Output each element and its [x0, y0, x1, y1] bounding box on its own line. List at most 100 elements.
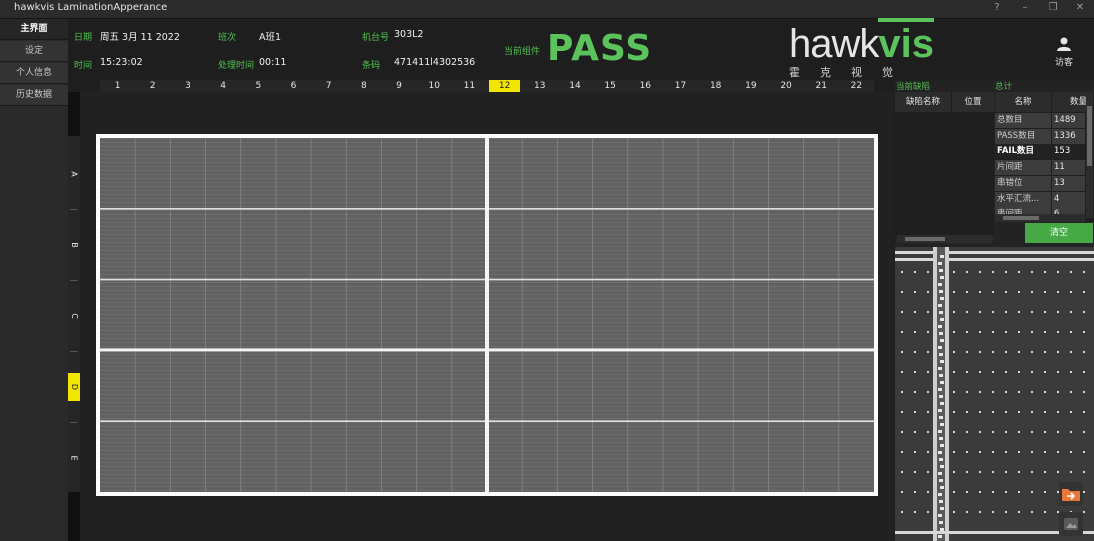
logo-main: hawk	[789, 22, 879, 66]
stats-value: 1489	[1052, 113, 1085, 128]
user-icon	[1057, 37, 1071, 51]
stats-name: 总数目	[995, 113, 1051, 128]
export-folder-button[interactable]	[1059, 482, 1083, 506]
clear-button[interactable]: 清空	[1025, 223, 1093, 243]
logo-subtitle: 霍克视觉	[789, 66, 913, 79]
column-index-16[interactable]: 16	[630, 80, 661, 92]
row-index-C[interactable]: C	[68, 302, 80, 330]
column-index-2[interactable]: 2	[137, 80, 168, 92]
sidebar-item-profile[interactable]: 个人信息	[0, 63, 68, 84]
restore-button[interactable]: ❐	[1045, 2, 1061, 13]
stats-row[interactable]: 片间距 11	[995, 160, 1085, 176]
stats-name: PASS数目	[995, 128, 1051, 144]
current-component-label: 当前组件	[504, 47, 541, 57]
time-value: 15:23:02	[100, 57, 143, 68]
help-button[interactable]: ?	[989, 2, 1005, 13]
column-index-19[interactable]: 19	[735, 80, 766, 92]
column-index-1[interactable]: 1	[102, 80, 133, 92]
user-label: 访客	[1054, 58, 1073, 68]
row-index-A[interactable]: A	[68, 160, 80, 188]
user-button[interactable]: 访客	[1052, 36, 1076, 68]
stats-row[interactable]: 串错位 13	[995, 175, 1085, 191]
status-pass: PASS	[547, 28, 653, 69]
machine-value: 303L2	[394, 29, 424, 40]
column-index-11[interactable]: 11	[454, 80, 485, 92]
window-title: hawkvis LaminationApperance	[14, 2, 168, 13]
current-defects-label: 当前缺陷	[896, 82, 931, 92]
column-index-17[interactable]: 17	[665, 80, 696, 92]
logo-accent: vis	[878, 18, 934, 66]
column-index-5[interactable]: 5	[243, 80, 274, 92]
image-icon	[1064, 518, 1078, 530]
sidebar: 主界面 设定 个人信息 历史数据	[0, 19, 68, 541]
column-index-21[interactable]: 21	[806, 80, 837, 92]
stats-name-header[interactable]: 名称	[995, 92, 1051, 112]
sidebar-item-settings[interactable]: 设定	[0, 41, 68, 62]
row-index-D[interactable]: D	[68, 372, 80, 401]
column-index-13[interactable]: 13	[524, 80, 555, 92]
column-index-6[interactable]: 6	[278, 80, 309, 92]
defect-position-header[interactable]: 位置	[952, 92, 994, 112]
defect-name-header[interactable]: 缺陷名称	[895, 92, 951, 112]
image-tool-button[interactable]	[1059, 512, 1083, 536]
stats-row[interactable]: 水平汇流... 4	[995, 191, 1085, 207]
row-bar-top-spacer	[68, 92, 80, 136]
stats-vscroll-thumb[interactable]	[1087, 106, 1092, 166]
column-index-12[interactable]: 12	[489, 80, 521, 92]
row-index-B[interactable]: B	[68, 231, 80, 259]
row-index-bar: A B C D E	[68, 92, 80, 541]
stats-count-header[interactable]: 数量	[1052, 92, 1088, 112]
summary-label: 总计	[995, 82, 1013, 92]
column-index-10[interactable]: 10	[419, 80, 450, 92]
shift-label: 班次	[218, 33, 237, 43]
process-time-label: 处理时间	[218, 61, 255, 71]
defect-horizontal-scrollbar[interactable]	[897, 235, 993, 243]
barcode-value: 471411l4302536	[394, 57, 476, 68]
stats-name: 串错位	[995, 175, 1051, 191]
column-index-22[interactable]: 22	[841, 80, 872, 92]
hawkvis-logo: hawkvis 霍克视觉	[789, 18, 934, 79]
folder-arrow-icon	[1062, 489, 1080, 501]
minimize-button[interactable]: –	[1017, 2, 1033, 13]
defect-hscroll-thumb[interactable]	[905, 237, 945, 241]
sidebar-item-main[interactable]: 主界面	[0, 19, 68, 40]
stats-vertical-scrollbar[interactable]	[1086, 92, 1093, 218]
barcode-label: 条码	[362, 61, 381, 71]
close-button[interactable]: ✕	[1072, 2, 1088, 13]
process-time-value: 00:11	[259, 57, 287, 68]
stats-table[interactable]: 名称 数量 总数目 1489 PASS数目 1336 FAIL数目 153 片间距 11 串错位…	[995, 92, 1094, 222]
defect-table[interactable]: 缺陷名称 位置	[895, 92, 994, 237]
column-index-bar: 1 2 3 4 5 6 7 8 9 10 11 12 13 14 15 16 17 18 19 20 21 22	[100, 80, 874, 92]
stats-horizontal-scrollbar[interactable]	[995, 214, 1085, 222]
column-index-15[interactable]: 15	[595, 80, 626, 92]
stats-value: 4	[1052, 191, 1085, 207]
stats-row[interactable]: FAIL数目 153	[995, 144, 1085, 160]
stats-value: 153	[1052, 144, 1085, 160]
column-index-18[interactable]: 18	[700, 80, 731, 92]
stats-hscroll-thumb[interactable]	[1003, 216, 1039, 220]
row-separator	[70, 209, 78, 210]
row-separator	[70, 351, 78, 352]
column-index-4[interactable]: 4	[208, 80, 239, 92]
row-index-E[interactable]: E	[68, 444, 80, 472]
stats-name: FAIL数目	[995, 144, 1051, 160]
time-label: 时间	[74, 61, 93, 71]
column-index-7[interactable]: 7	[313, 80, 344, 92]
solar-panel-image[interactable]	[96, 134, 878, 496]
stats-row[interactable]: PASS数目 1336	[995, 128, 1085, 144]
right-panel: 当前缺陷 总计 缺陷名称 位置 名称 数量 总数目 1489 PASS数目 1336 F…	[895, 80, 1094, 541]
column-index-14[interactable]: 14	[559, 80, 590, 92]
inspection-viewport	[80, 92, 894, 541]
stats-row[interactable]: 总数目 1489	[995, 113, 1085, 128]
panel-el-image	[100, 138, 874, 492]
column-index-8[interactable]: 8	[348, 80, 379, 92]
column-index-9[interactable]: 9	[383, 80, 414, 92]
column-index-20[interactable]: 20	[770, 80, 801, 92]
stats-value: 1336	[1052, 128, 1085, 144]
date-label: 日期	[74, 33, 93, 43]
stats-value: 13	[1052, 175, 1085, 191]
date-value: 周五 3月 11 2022	[100, 32, 180, 43]
sidebar-item-history[interactable]: 历史数据	[0, 85, 68, 106]
stats-value: 11	[1052, 160, 1085, 176]
column-index-3[interactable]: 3	[172, 80, 203, 92]
